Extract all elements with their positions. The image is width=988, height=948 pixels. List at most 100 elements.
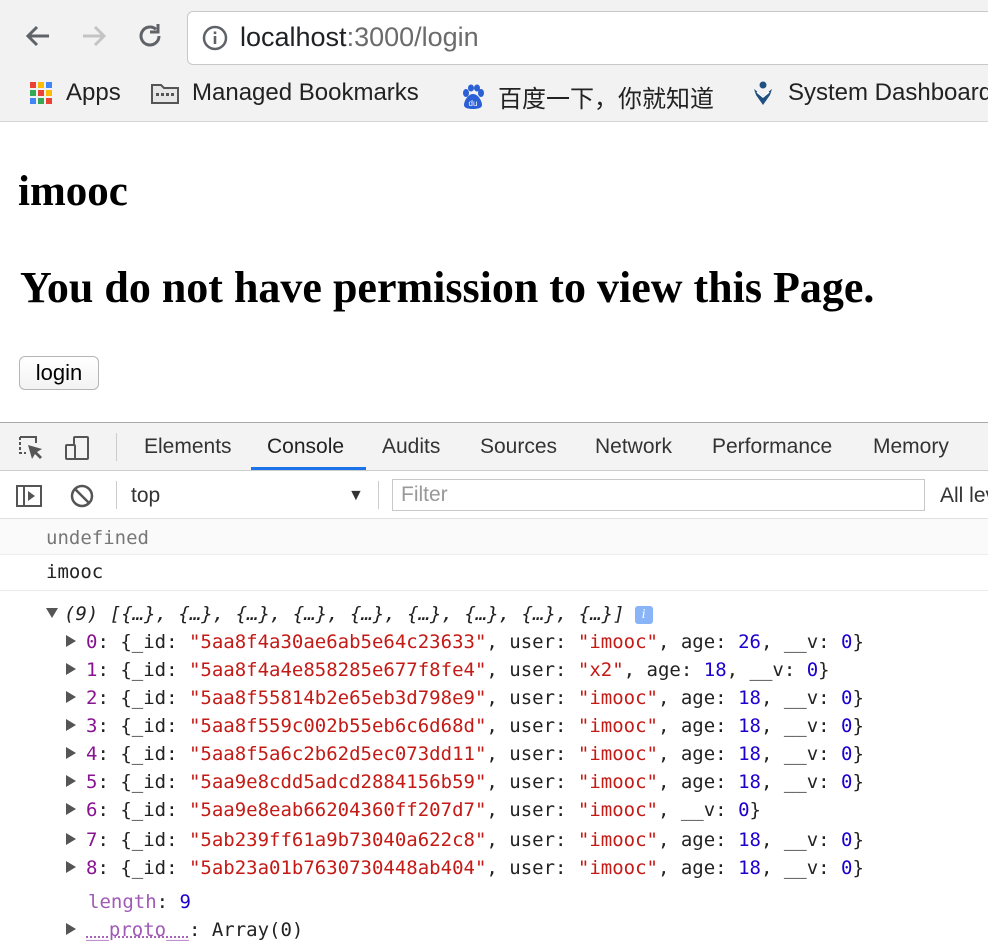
array-item-row[interactable]: 0: {_id: "5aa8f4a30ae6ab5e64c23633", use… [66, 631, 864, 653]
toolbar-divider [378, 481, 379, 509]
bookmark-system-dashboard[interactable]: System Dashboard [750, 79, 988, 107]
device-toolbar-icon[interactable] [63, 433, 93, 463]
tab-console[interactable]: Console [267, 435, 344, 459]
dropdown-arrow-icon[interactable]: ▼ [348, 487, 364, 505]
site-info-icon[interactable] [202, 25, 228, 51]
item-user-value: "imooc" [578, 799, 658, 821]
item-version-value: 0 [807, 659, 818, 681]
proto-row[interactable]: __proto__: Array(0) [66, 919, 303, 941]
array-item-row[interactable]: 4: {_id: "5aa8f5a6c2b62d5ec073dd11", use… [66, 743, 864, 765]
login-button[interactable]: login [19, 356, 99, 390]
item-user-value: "imooc" [578, 829, 658, 851]
bookmarks-bar: Apps Managed Bookmarks du 百度一下，你就知道 Syst… [0, 70, 988, 122]
clear-console-icon[interactable] [67, 481, 97, 511]
expand-triangle-icon[interactable] [66, 663, 76, 675]
forward-button[interactable] [76, 18, 112, 54]
item-user-value: "imooc" [578, 631, 658, 653]
apps-grid-icon [28, 80, 54, 106]
item-index: 8 [86, 857, 97, 879]
item-index: 6 [86, 799, 97, 821]
bookmark-label: Managed Bookmarks [192, 79, 419, 107]
reload-button[interactable] [132, 18, 168, 54]
bookmark-managed-bookmarks[interactable]: Managed Bookmarks [150, 79, 419, 107]
item-version-value: 0 [841, 743, 852, 765]
expand-triangle-icon[interactable] [66, 833, 76, 845]
item-id-value: "5aa8f559c002b55eb6c6d68d" [189, 715, 486, 737]
tab-memory[interactable]: Memory [873, 435, 949, 459]
bookmark-apps[interactable]: Apps [28, 79, 121, 107]
item-id-value: "5ab239ff61a9b73040a622c8" [189, 829, 486, 851]
item-index: 4 [86, 743, 97, 765]
array-summary-row[interactable]: (9) [{…}, {…}, {…}, {…}, {…}, {…}, {…}, … [46, 603, 653, 625]
expand-triangle-icon[interactable] [66, 923, 76, 935]
page-content: imooc You do not have permission to view… [0, 122, 988, 422]
item-version-value: 0 [738, 799, 749, 821]
inspect-element-icon[interactable] [16, 433, 46, 463]
item-user-value: "imooc" [578, 857, 658, 879]
filter-input[interactable]: Filter [392, 479, 925, 511]
context-selector[interactable]: top [131, 484, 160, 508]
expand-triangle-icon[interactable] [66, 719, 76, 731]
tab-sources[interactable]: Sources [480, 435, 557, 459]
item-index: 1 [86, 659, 97, 681]
item-index: 5 [86, 771, 97, 793]
item-age-value: 18 [738, 743, 761, 765]
item-version-value: 0 [841, 687, 852, 709]
forward-arrow-icon [79, 21, 109, 51]
url-host: localhost [240, 22, 347, 52]
expand-triangle-icon[interactable] [66, 803, 76, 815]
browser-toolbar: localhost:3000/login [0, 0, 988, 70]
item-version-value: 0 [841, 771, 852, 793]
array-item-row[interactable]: 5: {_id: "5aa9e8cdd5adcd2884156b59", use… [66, 771, 864, 793]
info-icon[interactable]: i [635, 606, 653, 624]
item-index: 3 [86, 715, 97, 737]
active-tab-indicator [251, 467, 366, 470]
permission-message: You do not have permission to view this … [20, 262, 874, 313]
bookmark-label: 百度一下，你就知道 [498, 79, 714, 114]
array-item-row[interactable]: 6: {_id: "5aa9e8eab66204360ff207d7", use… [66, 799, 761, 821]
jira-icon [750, 80, 776, 106]
item-id-value: "5aa8f55814b2e65eb3d798e9" [189, 687, 486, 709]
proto-key: __proto__ [86, 919, 189, 941]
address-bar[interactable]: localhost:3000/login [187, 11, 988, 65]
tab-network[interactable]: Network [595, 435, 672, 459]
url-path: :3000/login [347, 22, 479, 52]
console-toolbar: top ▼ Filter All levels [0, 471, 988, 519]
item-user-value: "imooc" [578, 715, 658, 737]
array-item-row[interactable]: 2: {_id: "5aa8f55814b2e65eb3d798e9", use… [66, 687, 864, 709]
folder-icon [150, 80, 180, 106]
item-index: 2 [86, 687, 97, 709]
tab-elements[interactable]: Elements [144, 435, 232, 459]
page-heading: imooc [18, 167, 128, 216]
devtools-tab-bar: Elements Console Audits Sources Network … [0, 423, 988, 471]
tab-performance[interactable]: Performance [712, 435, 832, 459]
item-version-value: 0 [841, 631, 852, 653]
console-message: undefined [0, 519, 988, 555]
item-user-value: "imooc" [578, 687, 658, 709]
tab-audits[interactable]: Audits [382, 435, 440, 459]
array-item-row[interactable]: 7: {_id: "5ab239ff61a9b73040a622c8", use… [66, 829, 864, 851]
item-version-value: 0 [841, 829, 852, 851]
console-log-text: imooc [46, 561, 103, 583]
expand-triangle-icon[interactable] [66, 635, 76, 647]
item-id-value: "5ab23a01b7630730448ab404" [189, 857, 486, 879]
expand-triangle-icon[interactable] [66, 747, 76, 759]
bookmark-label: System Dashboard [788, 79, 988, 107]
bookmark-label: Apps [66, 79, 121, 107]
expand-triangle-icon[interactable] [66, 775, 76, 787]
array-item-row[interactable]: 3: {_id: "5aa8f559c002b55eb6c6d68d", use… [66, 715, 864, 737]
log-levels-dropdown[interactable]: All levels [940, 484, 988, 508]
expand-triangle-icon[interactable] [66, 861, 76, 873]
item-age-value: 18 [738, 687, 761, 709]
console-return-value: undefined [46, 527, 149, 549]
bookmark-baidu[interactable]: du 百度一下，你就知道 [460, 79, 714, 114]
item-version-value: 0 [841, 715, 852, 737]
array-item-row[interactable]: 1: {_id: "5aa8f4a4e858285e677f8fe4", use… [66, 659, 830, 681]
console-message: imooc [0, 555, 988, 591]
back-button[interactable] [20, 18, 56, 54]
expand-triangle-icon[interactable] [66, 691, 76, 703]
item-age-value: 18 [738, 829, 761, 851]
expand-triangle-icon[interactable] [46, 608, 58, 618]
array-item-row[interactable]: 8: {_id: "5ab23a01b7630730448ab404", use… [66, 857, 864, 879]
show-sidebar-icon[interactable] [14, 481, 44, 511]
